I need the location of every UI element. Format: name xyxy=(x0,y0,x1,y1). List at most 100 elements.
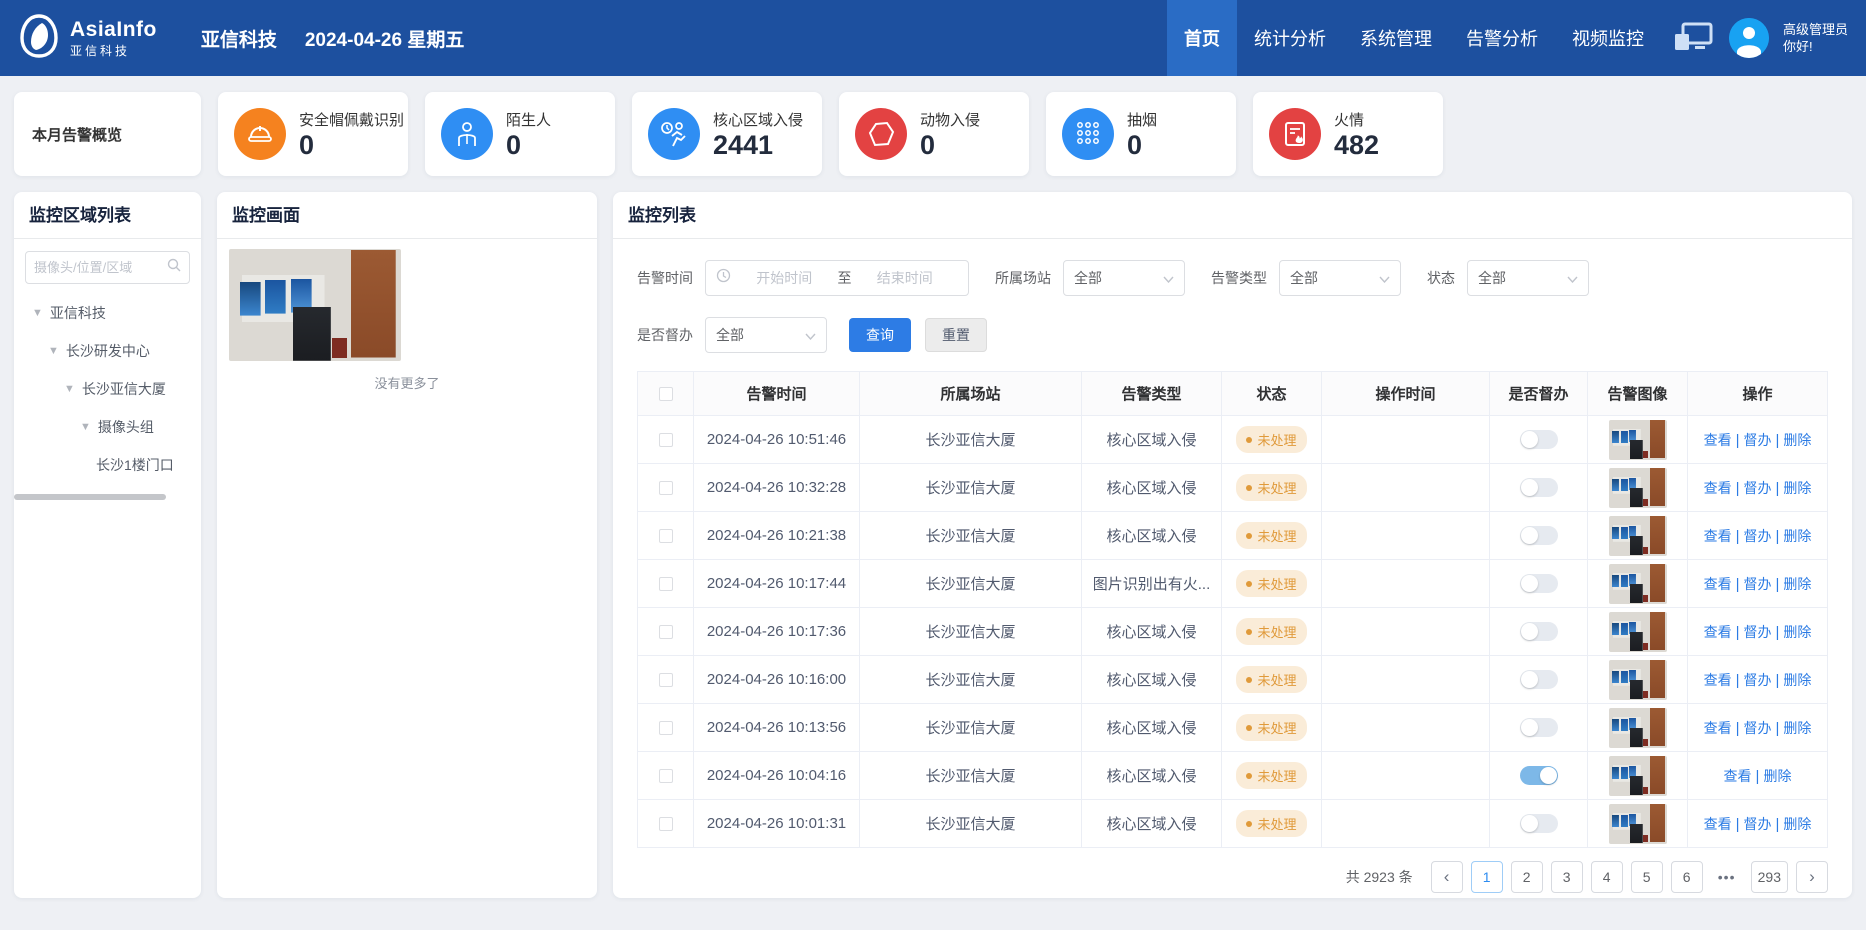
alarm-image-thumbnail[interactable] xyxy=(1609,708,1667,748)
reset-button[interactable]: 重置 xyxy=(925,318,987,352)
row-checkbox[interactable] xyxy=(659,625,673,639)
row-checkbox[interactable] xyxy=(659,673,673,687)
action-link-1[interactable]: 查看 xyxy=(1704,816,1732,832)
supervise-toggle[interactable] xyxy=(1520,766,1558,785)
next-page-button[interactable]: › xyxy=(1796,861,1828,893)
alarm-image-thumbnail[interactable] xyxy=(1609,420,1667,460)
region-list-title: 监控区域列表 xyxy=(14,192,201,239)
page-ellipsis[interactable]: ••• xyxy=(1711,861,1743,893)
alarm-image-thumbnail[interactable] xyxy=(1609,468,1667,508)
status-select[interactable]: 全部 xyxy=(1467,260,1589,296)
action-link-2[interactable]: 督办 xyxy=(1744,816,1772,832)
supervise-toggle[interactable] xyxy=(1520,670,1558,689)
user-avatar[interactable] xyxy=(1729,18,1769,58)
tree-node-3[interactable]: ▼长沙亚信大厦 xyxy=(14,370,201,408)
tree-node-2[interactable]: ▼长沙研发中心 xyxy=(14,332,201,370)
action-link-1[interactable]: 查看 xyxy=(1704,528,1732,544)
nav-item-2[interactable]: 统计分析 xyxy=(1237,0,1343,76)
action-separator: | xyxy=(1756,768,1760,785)
tree-node-4[interactable]: ▼摄像头组 xyxy=(14,408,201,446)
action-link-2[interactable]: 督办 xyxy=(1744,432,1772,448)
station-select[interactable]: 全部 xyxy=(1063,260,1185,296)
action-link-1[interactable]: 查看 xyxy=(1704,720,1732,736)
alarm-image-thumbnail[interactable] xyxy=(1609,516,1667,556)
alarm-image-thumbnail[interactable] xyxy=(1609,756,1667,796)
action-link-1[interactable]: 查看 xyxy=(1704,624,1732,640)
row-checkbox[interactable] xyxy=(659,433,673,447)
nav-item-1[interactable]: 首页 xyxy=(1167,0,1237,76)
row-checkbox[interactable] xyxy=(659,769,673,783)
caret-down-icon[interactable]: ▼ xyxy=(64,383,75,395)
action-link-2[interactable]: 督办 xyxy=(1744,720,1772,736)
page-button-3[interactable]: 3 xyxy=(1551,861,1583,893)
page-button-1[interactable]: 1 xyxy=(1471,861,1503,893)
row-checkbox[interactable] xyxy=(659,481,673,495)
query-button[interactable]: 查询 xyxy=(849,318,911,352)
action-link-3[interactable]: 删除 xyxy=(1783,624,1811,640)
action-link-3[interactable]: 删除 xyxy=(1783,576,1811,592)
chevron-down-icon xyxy=(1567,270,1578,286)
action-link-2[interactable]: 督办 xyxy=(1744,624,1772,640)
tree-node-5[interactable]: 长沙1楼门口 xyxy=(14,446,201,484)
page-button-293[interactable]: 293 xyxy=(1751,861,1788,893)
type-select[interactable]: 全部 xyxy=(1279,260,1401,296)
action-link-3[interactable]: 删除 xyxy=(1783,720,1811,736)
search-icon[interactable] xyxy=(167,258,181,277)
table-row: 2024-04-26 10:51:46长沙亚信大厦核心区域入侵未处理查看|督办|… xyxy=(638,416,1828,464)
page-button-6[interactable]: 6 xyxy=(1671,861,1703,893)
action-link-1[interactable]: 查看 xyxy=(1724,768,1752,784)
status-dot-icon xyxy=(1246,677,1252,683)
tree-horizontal-scrollbar[interactable] xyxy=(14,494,166,500)
action-link-2[interactable]: 督办 xyxy=(1744,528,1772,544)
supervise-toggle[interactable] xyxy=(1520,478,1558,497)
alarm-time-range-picker[interactable]: 开始时间 至 结束时间 xyxy=(705,260,969,296)
alarm-image-thumbnail[interactable] xyxy=(1609,564,1667,604)
supervise-toggle[interactable] xyxy=(1520,526,1558,545)
alarm-image-thumbnail[interactable] xyxy=(1609,612,1667,652)
supervise-toggle[interactable] xyxy=(1520,622,1558,641)
nav-item-3[interactable]: 系统管理 xyxy=(1343,0,1449,76)
pagination-total: 共 2923 条 xyxy=(1346,867,1413,887)
nav-item-5[interactable]: 视频监控 xyxy=(1555,0,1661,76)
action-link-3[interactable]: 删除 xyxy=(1783,816,1811,832)
caret-down-icon[interactable]: ▼ xyxy=(48,345,59,357)
start-time-placeholder[interactable]: 开始时间 xyxy=(731,268,838,288)
camera-search-input[interactable] xyxy=(34,260,161,275)
action-link-1[interactable]: 查看 xyxy=(1704,480,1732,496)
tree-node-1[interactable]: ▼亚信科技 xyxy=(14,294,201,332)
action-link-1[interactable]: 查看 xyxy=(1704,432,1732,448)
row-checkbox[interactable] xyxy=(659,817,673,831)
supervise-select[interactable]: 全部 xyxy=(705,317,827,353)
action-link-1[interactable]: 查看 xyxy=(1704,576,1732,592)
multi-screen-monitor-icon[interactable] xyxy=(1671,20,1715,56)
action-link-2[interactable]: 督办 xyxy=(1744,672,1772,688)
camera-snapshot-image[interactable] xyxy=(229,249,401,361)
action-link-3[interactable]: 删除 xyxy=(1783,528,1811,544)
row-checkbox[interactable] xyxy=(659,529,673,543)
page-button-5[interactable]: 5 xyxy=(1631,861,1663,893)
page-button-4[interactable]: 4 xyxy=(1591,861,1623,893)
supervise-toggle[interactable] xyxy=(1520,574,1558,593)
supervise-toggle[interactable] xyxy=(1520,718,1558,737)
alarm-image-thumbnail[interactable] xyxy=(1609,660,1667,700)
action-link-2[interactable]: 督办 xyxy=(1744,480,1772,496)
action-link-1[interactable]: 查看 xyxy=(1704,672,1732,688)
action-link-2[interactable]: 督办 xyxy=(1744,576,1772,592)
action-link-3[interactable]: 删除 xyxy=(1783,672,1811,688)
alarm-image-thumbnail[interactable] xyxy=(1609,804,1667,844)
row-checkbox[interactable] xyxy=(659,721,673,735)
stat-card-value: 482 xyxy=(1334,130,1379,160)
end-time-placeholder[interactable]: 结束时间 xyxy=(852,268,959,288)
select-all-checkbox[interactable] xyxy=(659,387,673,401)
action-link-2[interactable]: 删除 xyxy=(1763,768,1791,784)
prev-page-button[interactable]: ‹ xyxy=(1431,861,1463,893)
action-link-3[interactable]: 删除 xyxy=(1783,432,1811,448)
supervise-toggle[interactable] xyxy=(1520,430,1558,449)
page-button-2[interactable]: 2 xyxy=(1511,861,1543,893)
caret-down-icon[interactable]: ▼ xyxy=(80,421,91,433)
caret-down-icon[interactable]: ▼ xyxy=(32,307,43,319)
action-link-3[interactable]: 删除 xyxy=(1783,480,1811,496)
nav-item-4[interactable]: 告警分析 xyxy=(1449,0,1555,76)
supervise-toggle[interactable] xyxy=(1520,814,1558,833)
row-checkbox[interactable] xyxy=(659,577,673,591)
